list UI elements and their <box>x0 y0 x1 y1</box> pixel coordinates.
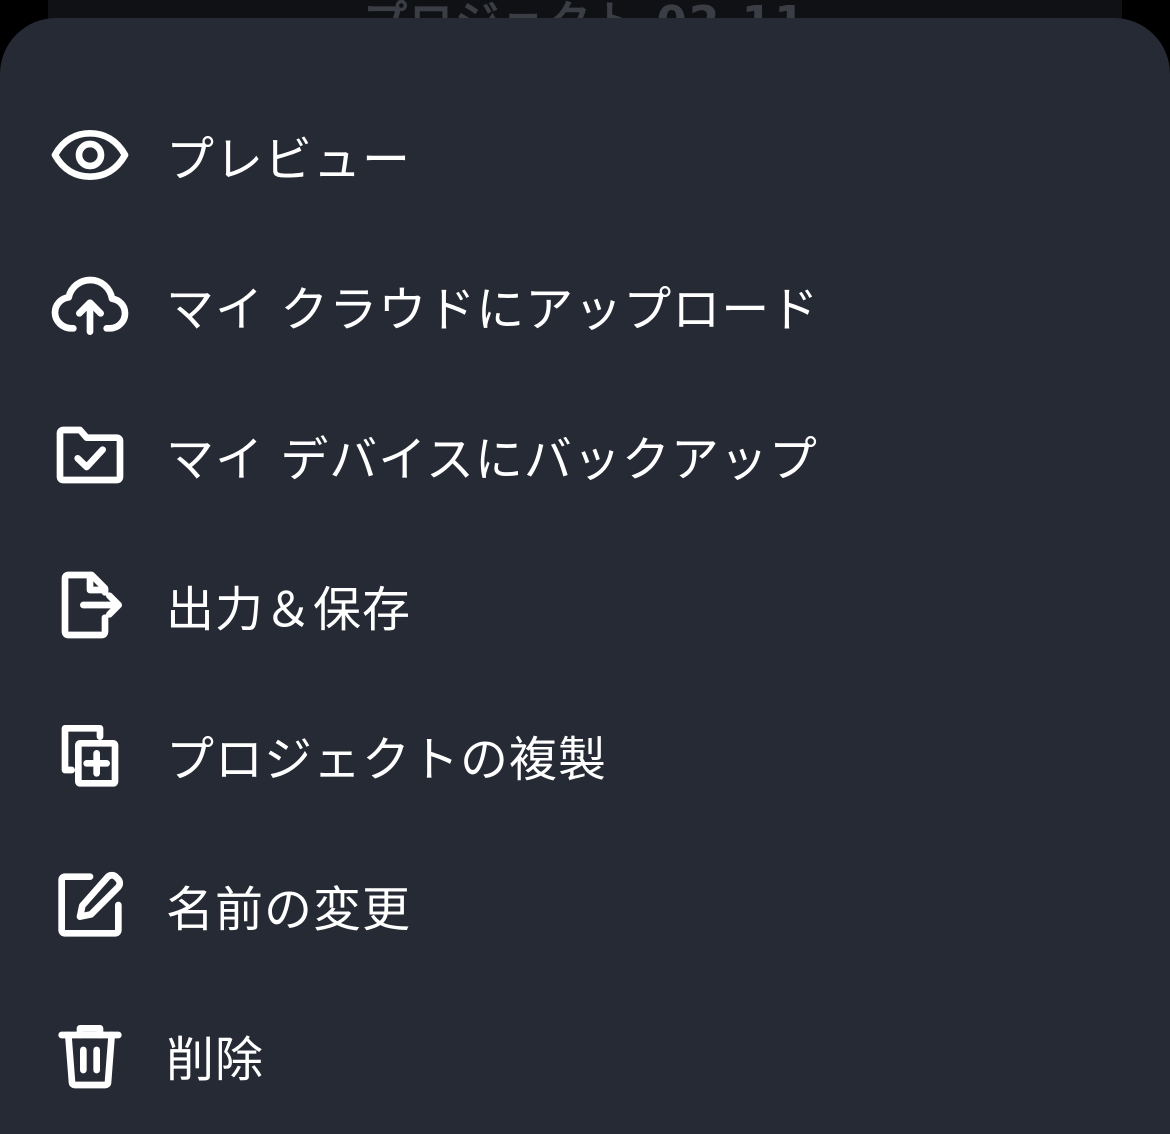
menu-item-upload-cloud[interactable]: マイ クラウドにアップロード <box>0 230 1170 380</box>
trash-icon <box>50 1015 130 1095</box>
menu-item-backup-device[interactable]: マイ デバイスにバックアップ <box>0 380 1170 530</box>
duplicate-icon <box>50 715 130 795</box>
menu-item-export-save[interactable]: 出力＆保存 <box>0 530 1170 680</box>
menu-item-label: 出力＆保存 <box>166 582 412 638</box>
menu-item-label: プロジェクトの複製 <box>166 732 608 788</box>
eye-icon <box>50 115 130 195</box>
folder-check-icon <box>50 415 130 495</box>
menu-item-label: プレビュー <box>166 132 412 188</box>
menu-item-label: 名前の変更 <box>166 882 412 938</box>
menu-item-delete[interactable]: 削除 <box>0 980 1170 1130</box>
cloud-upload-icon <box>50 265 130 345</box>
menu-item-duplicate-project[interactable]: プロジェクトの複製 <box>0 680 1170 830</box>
menu-item-label: マイ デバイスにバックアップ <box>166 432 818 488</box>
menu-item-label: 削除 <box>166 1032 265 1088</box>
menu-item-label: マイ クラウドにアップロード <box>166 282 820 338</box>
file-export-icon <box>50 565 130 645</box>
edit-icon <box>50 865 130 945</box>
menu-item-rename[interactable]: 名前の変更 <box>0 830 1170 980</box>
action-bottom-sheet: プレビュー マイ クラウドにアップロード マイ デバイスにバックアップ 出力＆保… <box>0 18 1170 1134</box>
menu-item-preview[interactable]: プレビュー <box>0 80 1170 230</box>
